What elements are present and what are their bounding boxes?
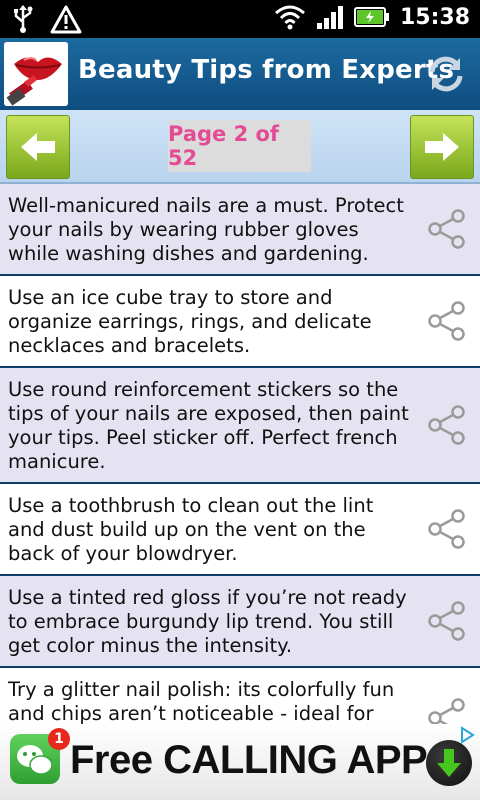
- lips-logo: [4, 42, 68, 106]
- battery-icon: [353, 7, 389, 27]
- app-title: Beauty Tips from Experts: [78, 55, 455, 85]
- list-item[interactable]: Use round reinforcement stickers so the …: [0, 368, 480, 484]
- ad-text: Free CALLING APP: [70, 738, 428, 782]
- status-time: 15:38: [399, 4, 470, 30]
- share-icon[interactable]: [428, 698, 466, 724]
- pager-bar: Page 2 of 52: [0, 110, 480, 184]
- list-item[interactable]: Try a glitter nail polish: its colorfull…: [0, 668, 480, 724]
- list-item[interactable]: Use a toothbrush to clean out the lint a…: [0, 484, 480, 576]
- status-bar: 15:38: [0, 0, 480, 38]
- tip-text: Use a toothbrush to clean out the lint a…: [8, 494, 374, 565]
- signal-icon: [316, 6, 343, 29]
- tips-list[interactable]: Well-manicured nails are a must. Protect…: [0, 184, 480, 724]
- refresh-button[interactable]: [424, 52, 468, 96]
- previous-page-button[interactable]: [6, 115, 70, 179]
- arrow-left-icon: [21, 133, 55, 161]
- arrow-right-icon: [425, 133, 459, 161]
- share-icon[interactable]: [428, 509, 466, 549]
- warning-icon: [50, 5, 82, 34]
- list-item[interactable]: Use an ice cube tray to store and organi…: [0, 276, 480, 368]
- ad-choices-icon[interactable]: [458, 726, 476, 744]
- tip-text: Well-manicured nails are a must. Protect…: [8, 194, 404, 265]
- share-icon[interactable]: [428, 405, 466, 445]
- app-header: Beauty Tips from Experts: [0, 38, 480, 110]
- refresh-icon: [429, 56, 463, 92]
- tip-text: Use round reinforcement stickers so the …: [8, 378, 409, 473]
- list-item[interactable]: Well-manicured nails are a must. Protect…: [0, 184, 480, 276]
- share-icon[interactable]: [428, 209, 466, 249]
- usb-icon: [14, 5, 33, 33]
- share-icon[interactable]: [428, 601, 466, 641]
- download-icon[interactable]: [426, 740, 472, 786]
- ad-banner[interactable]: 1 Free CALLING APP: [0, 724, 480, 800]
- next-page-button[interactable]: [410, 115, 474, 179]
- notification-badge: 1: [48, 728, 70, 750]
- tip-text: Try a glitter nail polish: its colorfull…: [8, 678, 395, 724]
- wifi-icon: [274, 5, 305, 30]
- tip-text: Use an ice cube tray to store and organi…: [8, 286, 372, 357]
- list-item[interactable]: Use a tinted red gloss if you’re not rea…: [0, 576, 480, 668]
- page-indicator: Page 2 of 52: [168, 120, 311, 172]
- share-icon[interactable]: [428, 301, 466, 341]
- tip-text: Use a tinted red gloss if you’re not rea…: [8, 586, 407, 657]
